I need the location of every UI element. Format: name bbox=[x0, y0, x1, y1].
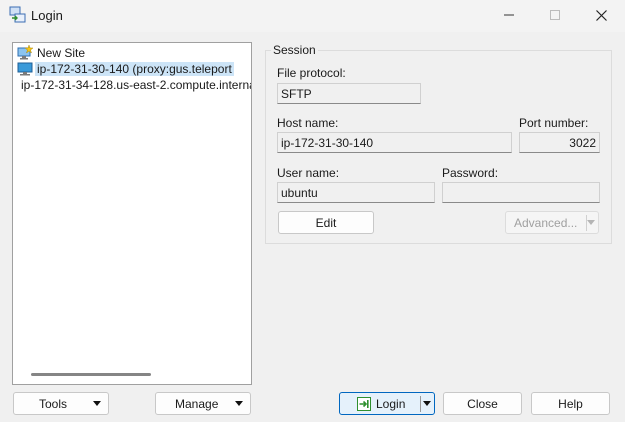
password-label: Password: bbox=[442, 166, 499, 180]
split-separator bbox=[420, 396, 421, 412]
close-window-button[interactable] bbox=[578, 0, 624, 30]
site-tree[interactable]: New Site ip-172-31-30-140 (proxy:gus.tel… bbox=[12, 42, 252, 385]
user-name-field[interactable]: ubuntu bbox=[277, 182, 435, 203]
title-bar: Login bbox=[0, 0, 625, 32]
site-item-new-site[interactable]: New Site bbox=[17, 45, 251, 61]
login-icon bbox=[357, 396, 371, 411]
port-number-field[interactable]: 3022 bbox=[519, 132, 600, 153]
edit-button[interactable]: Edit bbox=[278, 211, 374, 234]
site-item-ip-172-31-34-128[interactable]: ip-172-31-34-128.us-east-2.compute.inter… bbox=[17, 77, 251, 93]
user-name-label: User name: bbox=[277, 166, 340, 180]
advanced-button: Advanced... bbox=[505, 211, 599, 234]
chevron-down-icon bbox=[587, 220, 595, 225]
chevron-down-icon[interactable] bbox=[423, 401, 431, 406]
manage-label: Manage bbox=[175, 396, 219, 411]
port-number-label: Port number: bbox=[519, 116, 589, 130]
window-title: Login bbox=[31, 8, 63, 23]
tools-label: Tools bbox=[39, 396, 68, 411]
password-field[interactable] bbox=[442, 182, 600, 203]
login-button[interactable]: Login bbox=[339, 392, 435, 415]
site-label: ip-172-31-34-128.us-east-2.compute.inter… bbox=[21, 78, 251, 92]
help-button[interactable]: Help bbox=[531, 392, 610, 415]
horizontal-scrollbar[interactable] bbox=[31, 373, 151, 376]
file-protocol-select[interactable]: SFTP bbox=[277, 83, 421, 104]
tools-button[interactable]: Tools bbox=[13, 392, 109, 415]
advanced-label: Advanced... bbox=[514, 215, 578, 230]
minimize-button[interactable] bbox=[486, 0, 532, 30]
maximize-button bbox=[532, 0, 578, 30]
site-label: ip-172-31-30-140 (proxy:gus.teleport bbox=[35, 62, 234, 76]
session-legend: Session bbox=[271, 43, 318, 57]
new-site-icon bbox=[17, 45, 33, 60]
close-button[interactable]: Close bbox=[443, 392, 522, 415]
host-name-field[interactable]: ip-172-31-30-140 bbox=[277, 132, 512, 153]
chevron-down-icon bbox=[235, 401, 243, 406]
maximize-icon bbox=[550, 10, 560, 20]
login-label: Login bbox=[376, 396, 406, 411]
file-protocol-label: File protocol: bbox=[277, 66, 346, 80]
site-item-ip-172-31-30-140[interactable]: ip-172-31-30-140 (proxy:gus.teleport bbox=[17, 61, 251, 77]
site-label: New Site bbox=[37, 46, 86, 60]
chevron-down-icon bbox=[93, 401, 101, 406]
minimize-icon bbox=[504, 14, 514, 16]
close-icon bbox=[595, 9, 607, 21]
computer-icon bbox=[17, 62, 33, 76]
winscp-app-icon bbox=[9, 6, 26, 23]
host-name-label: Host name: bbox=[277, 116, 339, 130]
manage-button[interactable]: Manage bbox=[155, 392, 251, 415]
